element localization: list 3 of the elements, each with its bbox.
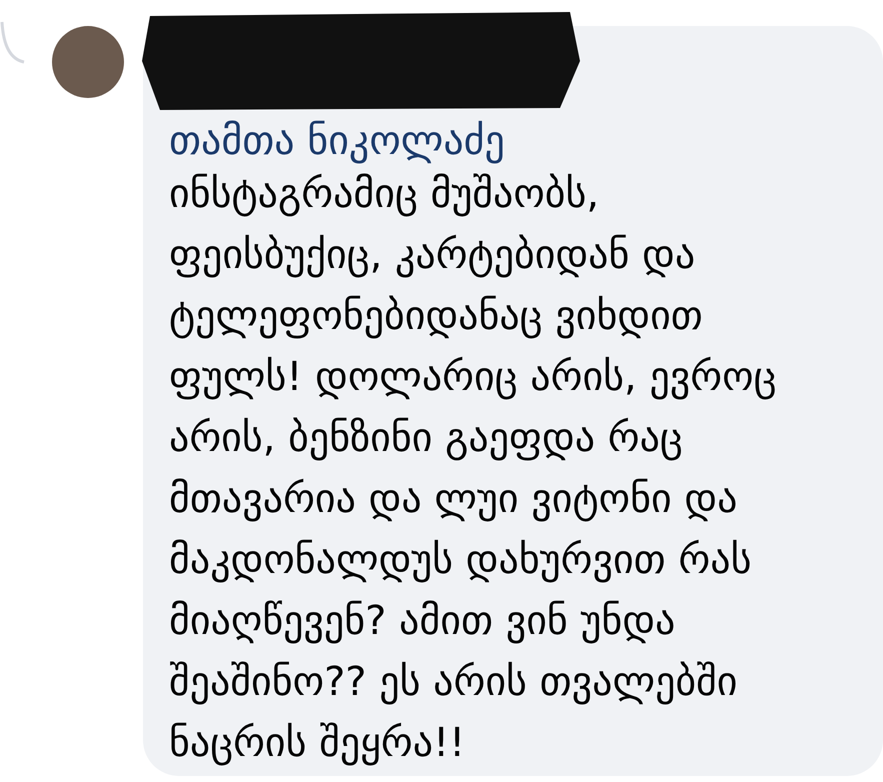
comment-text: ინსტაგრამიც მუშაობს, ფეისბუქიც, კარტებიდან და ტელეფონებიდანაც ვიხდით ფულს! დოლარიც არის, ევროც არის, ბენზინი გაეფდა რაც მთავარია და ლუი ვიტონი და მაკდონალდუს დახურვით რას მიაღწევენ? ამით ვინ უნდა შეაშინო?? ეს არის თვალებში ნაცრის შეყრა!! [169,170,778,768]
mention-link[interactable]: თამთა ნიკოლაძე [169,118,505,164]
thread-line [0,20,26,66]
